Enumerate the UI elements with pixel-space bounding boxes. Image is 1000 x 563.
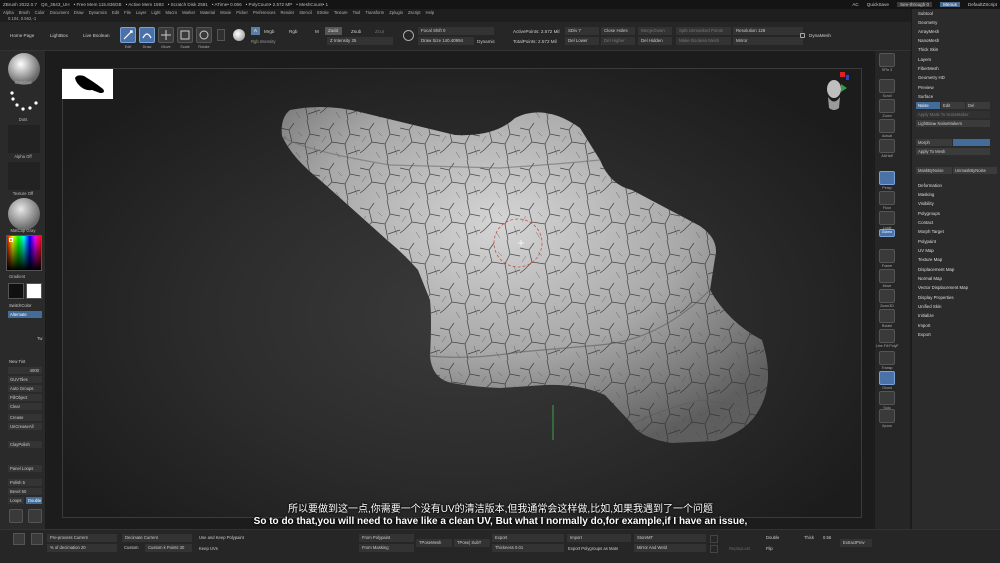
- palette-display-properties[interactable]: Display Properties: [918, 295, 954, 300]
- morph-slider[interactable]: Morph: [916, 139, 952, 146]
- palette-uv-map[interactable]: UV Map: [918, 248, 934, 253]
- zoom-button[interactable]: Zoom: [879, 99, 895, 118]
- palette-masking[interactable]: Masking: [918, 192, 934, 197]
- export-button[interactable]: Export: [492, 534, 564, 542]
- palette-export[interactable]: Export: [918, 332, 931, 337]
- palette-polygroups[interactable]: Polygroups: [918, 211, 940, 216]
- frame-button[interactable]: Frame: [879, 249, 895, 268]
- flip-button[interactable]: Flip: [766, 546, 773, 551]
- apply-to-mesh-button[interactable]: Apply To Mesh: [916, 148, 990, 155]
- aahalf-button[interactable]: AAHalf: [879, 139, 895, 158]
- palette-deformation[interactable]: Deformation: [918, 183, 942, 188]
- palette-nanomesh[interactable]: NanoMesh: [918, 38, 939, 43]
- thickness-slider[interactable]: Thickness 0.01: [492, 544, 564, 552]
- palette-morph-target[interactable]: Morph Target: [918, 229, 944, 234]
- palette-geometry-hd[interactable]: Geometry HD: [918, 75, 945, 80]
- store-mt-button[interactable]: StoreMT: [634, 534, 706, 542]
- palette-normal-map[interactable]: Normal Map: [918, 276, 942, 281]
- palette-unified-skin[interactable]: Unified Skin: [918, 304, 941, 309]
- noise-button[interactable]: Noise: [916, 102, 940, 109]
- head-navigator-icon[interactable]: [821, 72, 849, 120]
- palette-preview[interactable]: Preview: [918, 85, 934, 90]
- from-polypaint-button[interactable]: From Polypaint: [359, 534, 414, 542]
- persp-button[interactable]: Persp: [879, 171, 895, 190]
- custom-label: Custom: [124, 545, 139, 550]
- mask-by-noise-button[interactable]: MaskByNoise: [916, 167, 952, 174]
- noise-del-button[interactable]: Del: [966, 102, 990, 109]
- gizmo-button[interactable]: Gizmo: [879, 229, 895, 237]
- palette-texture-map[interactable]: Texture Map: [918, 257, 942, 262]
- extract-prev-button[interactable]: ExtractPrev: [840, 539, 872, 547]
- custom-k-points-slider[interactable]: Custom k Points 30: [145, 544, 192, 552]
- decimate-current-button[interactable]: Decimate Current: [122, 534, 192, 542]
- solo-button[interactable]: Solo: [879, 391, 895, 410]
- bottom-double-button[interactable]: Double: [766, 535, 779, 540]
- thick-value[interactable]: 0.56: [823, 535, 831, 540]
- from-masking-button[interactable]: From Masking: [359, 544, 414, 552]
- tpose-subt-button[interactable]: TPose| SubT: [454, 539, 490, 547]
- palette-polypaint[interactable]: Polypaint: [918, 239, 936, 244]
- palette-layers[interactable]: Layers: [918, 57, 931, 62]
- palette-thick-skin[interactable]: Thick Skin: [918, 47, 938, 52]
- palette-geometry[interactable]: Geometry: [918, 20, 937, 25]
- bpr-button[interactable]: SPix 3: [879, 53, 895, 72]
- palette-arraymesh[interactable]: ArrayMesh: [918, 29, 939, 34]
- subtitle-chinese: 所以要做到这一点,你需要一个没有UV的清洁版本,但我通常会这样做,比如,如果我遇…: [287, 504, 713, 515]
- palette-surface[interactable]: Surface: [918, 94, 933, 99]
- use-keep-polypaint-toggle[interactable]: Use and Keep Polypaint: [199, 535, 244, 540]
- xpose-button[interactable]: Xpose: [879, 409, 895, 428]
- lightbox-noisemakers-button[interactable]: LightBox▸ NoiseMakers: [916, 120, 990, 127]
- palette-displacement-map[interactable]: Displacement Map: [918, 267, 954, 272]
- line-fill-button[interactable]: Line Fill PolyF: [876, 329, 899, 348]
- palette-contact[interactable]: Contact: [918, 220, 933, 225]
- bottom-bar: Pre-process Current % of decimation 20 D…: [0, 529, 1000, 563]
- ghost-button[interactable]: Ghost: [879, 371, 895, 390]
- tool-palette: Subtool Geometry ArrayMesh NanoMesh Thic…: [911, 9, 1000, 529]
- export-polygroups-toggle[interactable]: Export Polygroups as Mats: [568, 546, 618, 551]
- bottom-grid-icon[interactable]: [13, 533, 25, 545]
- actual-button[interactable]: Actual: [879, 119, 895, 138]
- bottom-small-icon[interactable]: [710, 535, 718, 543]
- palette-subtool[interactable]: Subtool: [918, 11, 933, 16]
- bottom-grid-icon-2[interactable]: [31, 533, 43, 545]
- bottom-small-icon-2[interactable]: [710, 545, 718, 553]
- morph-value[interactable]: [953, 139, 990, 146]
- move-button[interactable]: Move: [879, 269, 895, 288]
- right-shelf: SPix 3 Scroll Zoom Actual AAHalf Persp F…: [874, 51, 910, 529]
- tpose-mesh-button[interactable]: TPoseMesh: [416, 539, 452, 547]
- local-button[interactable]: Local: [879, 211, 895, 230]
- decimation-percent-slider[interactable]: % of decimation 20: [47, 544, 117, 552]
- thick-label: Thick: [804, 535, 815, 540]
- subtitle-english: So to do that,you will need to have like…: [253, 516, 748, 527]
- replay-last-button[interactable]: ReplayLast: [729, 546, 750, 551]
- mesh-body[interactable]: [281, 106, 769, 443]
- palette-vector-displacement-map[interactable]: Vector Displacement Map: [918, 285, 968, 290]
- palette-initialize[interactable]: Initialize: [918, 313, 934, 318]
- noise-edit-button[interactable]: Edit: [941, 102, 965, 109]
- palette-import[interactable]: Import: [918, 323, 930, 328]
- rotate-button[interactable]: Rotate: [879, 309, 895, 328]
- preprocess-current-button[interactable]: Pre-process Current: [47, 534, 117, 542]
- mesh-render[interactable]: [0, 0, 1000, 563]
- apply-mask-noisemaker-button[interactable]: Apply Mask To NoiseMaker: [916, 111, 990, 118]
- palette-fibermesh[interactable]: FiberMesh: [918, 66, 939, 71]
- mirror-and-weld-button[interactable]: Mirror And Weld: [634, 544, 706, 552]
- unmask-by-noise-button[interactable]: UnmaskByNoise: [953, 167, 997, 174]
- transp-button[interactable]: Transp: [879, 351, 895, 370]
- scroll-button[interactable]: Scroll: [879, 79, 895, 98]
- floor-button[interactable]: Floor: [879, 191, 895, 210]
- keep-uvs-toggle[interactable]: Keep UVs: [199, 546, 218, 551]
- palette-visibility[interactable]: Visibility: [918, 201, 934, 206]
- zoom3d-button[interactable]: Zoom3D: [879, 289, 895, 308]
- import-button[interactable]: Import: [567, 534, 631, 542]
